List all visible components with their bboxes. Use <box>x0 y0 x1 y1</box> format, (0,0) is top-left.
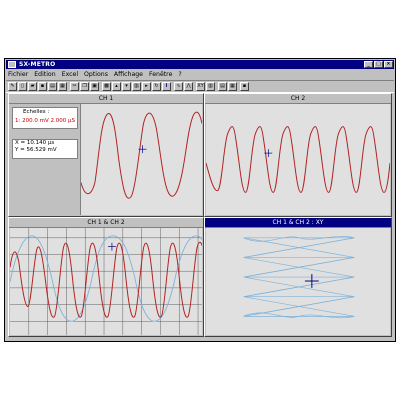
title-bar[interactable]: SX-METRO _ □ × <box>6 60 394 69</box>
ch2-plot-svg <box>206 126 390 193</box>
waveform-icon[interactable]: ∿ <box>174 82 183 91</box>
cut-icon[interactable]: ✂ <box>70 82 79 91</box>
grid-icon[interactable]: ▩ <box>102 82 111 91</box>
save-icon[interactable]: ▪ <box>38 82 47 91</box>
info-icon[interactable]: i <box>162 82 171 91</box>
open-folder-icon[interactable]: ▰ <box>28 82 37 91</box>
lissajous-figure <box>243 236 355 319</box>
scales-heading: Echelles : <box>23 109 50 115</box>
export-icon[interactable]: ▸ <box>142 82 151 91</box>
menu-bar: Fichier Edition Excel Options Affichage … <box>6 70 394 79</box>
menu-fichier[interactable]: Fichier <box>8 71 28 78</box>
xy-plot-svg <box>243 236 355 319</box>
toolbar: ✎ ▯ ▰ ▪ ▤ ▦ ✂ ❐ ▣ ▩ ▴ ▾ ▥ ▸ ↻ i ∿ ⋀ XY ▥… <box>6 80 394 93</box>
app-icon[interactable] <box>8 61 16 68</box>
maximize-button[interactable]: □ <box>374 61 383 68</box>
ch12-window[interactable]: CH 1 & CH 2 <box>8 217 204 337</box>
xy-mode-button[interactable]: XY <box>196 82 205 91</box>
print-preview-icon[interactable]: ▦ <box>58 82 67 91</box>
cursor-readout: X = 10.140 µs Y = 56.529 mV <box>12 139 78 159</box>
info-sidebar: Echelles : 1: 200.0 mV 2.000 µS X = 10.1… <box>10 104 81 215</box>
copy-icon[interactable]: ❐ <box>80 82 89 91</box>
ch12-plot[interactable] <box>10 228 202 335</box>
ch12-title: CH 1 & CH 2 <box>9 218 203 228</box>
app-window: SX-METRO _ □ × Fichier Edition Excel Opt… <box>4 58 396 342</box>
chart-icon[interactable]: ▥ <box>132 82 141 91</box>
xy-window[interactable]: CH 1 & CH 2 : XY <box>204 217 392 337</box>
new-file-icon[interactable]: ▯ <box>18 82 27 91</box>
menu-options[interactable]: Options <box>84 71 108 78</box>
triangle-wave-icon[interactable]: ⋀ <box>184 82 193 91</box>
cursor-x-value: X = 10.140 µs <box>15 140 55 146</box>
xy-plot[interactable] <box>206 228 390 335</box>
ch1-title: CH 1 <box>9 94 203 104</box>
ch1-waveform-overlay <box>10 241 202 318</box>
menu-help[interactable]: ? <box>178 71 181 78</box>
spectrum-icon[interactable]: ▥ <box>206 82 215 91</box>
ch1-window[interactable]: CH 1 Echelles : 1: 200.0 mV 2.000 µS X =… <box>8 93 204 217</box>
cursor-y-value: Y = 56.529 mV <box>15 147 57 153</box>
ch1-waveform <box>81 111 202 199</box>
settings-icon[interactable]: ▪ <box>240 82 249 91</box>
ch12-plot-svg <box>10 228 202 335</box>
ch1-plot-svg <box>81 111 202 199</box>
menu-edition[interactable]: Edition <box>34 71 55 78</box>
minimize-button[interactable]: _ <box>364 61 373 68</box>
cascade-windows-icon[interactable]: ▦ <box>228 82 237 91</box>
ch2-title: CH 2 <box>205 94 391 104</box>
marker-icon[interactable]: ▴ <box>112 82 121 91</box>
ch2-waveform <box>206 126 390 193</box>
window-title: SX-METRO <box>19 61 56 68</box>
pen-icon[interactable]: ✎ <box>8 82 17 91</box>
ch2-window[interactable]: CH 2 <box>204 93 392 217</box>
ch2-waveform-overlay <box>10 235 202 322</box>
menu-fenetre[interactable]: Fenêtre <box>149 71 172 78</box>
close-button[interactable]: × <box>384 61 393 68</box>
ch1-plot[interactable] <box>81 104 202 215</box>
print-icon[interactable]: ▤ <box>48 82 57 91</box>
scales-box: Echelles : 1: 200.0 mV 2.000 µS <box>12 107 78 129</box>
xy-title: CH 1 & CH 2 : XY <box>205 218 391 228</box>
menu-affichage[interactable]: Affichage <box>114 71 143 78</box>
measure-icon[interactable]: ▾ <box>122 82 131 91</box>
mdi-client: CH 1 Echelles : 1: 200.0 mV 2.000 µS X =… <box>8 93 392 337</box>
menu-excel[interactable]: Excel <box>62 71 78 78</box>
refresh-icon[interactable]: ↻ <box>152 82 161 91</box>
tile-windows-icon[interactable]: ▤ <box>218 82 227 91</box>
paste-icon[interactable]: ▣ <box>90 82 99 91</box>
ch1-scale: 1: 200.0 mV 2.000 µS <box>15 118 75 124</box>
ch2-plot[interactable] <box>206 104 390 215</box>
